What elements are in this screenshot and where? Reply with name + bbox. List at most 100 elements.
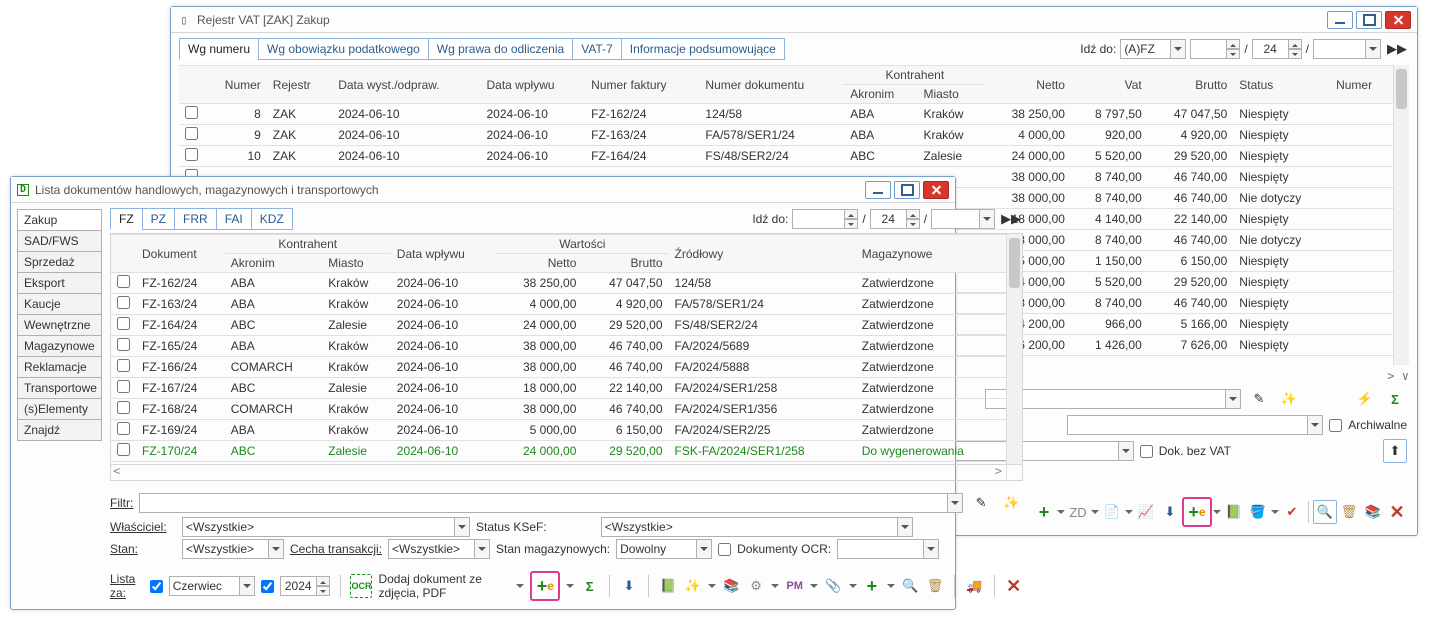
goto-type-select[interactable] (1120, 39, 1186, 59)
plus-e-icon[interactable]: +e (1185, 500, 1209, 524)
stanmag-select[interactable] (616, 539, 712, 559)
tab-wg-obowi-zku-podatkowego[interactable]: Wg obowiązku podatkowego (258, 38, 429, 60)
goto-page-input[interactable] (870, 209, 920, 229)
clip-icon[interactable]: 📎 (824, 574, 843, 598)
row-checkbox[interactable] (117, 275, 130, 288)
books-icon[interactable]: 📚 (1361, 500, 1385, 524)
ocr-icon[interactable]: OCR (350, 574, 372, 598)
ocr-select[interactable] (837, 539, 939, 559)
tab-fz[interactable]: FZ (110, 208, 143, 230)
row-checkbox[interactable] (185, 106, 198, 119)
bucket-icon[interactable]: 🪣 (1246, 500, 1270, 524)
minimize-button[interactable] (1327, 11, 1353, 29)
pen-icon[interactable]: ✎ (969, 491, 993, 515)
row-checkbox[interactable] (117, 401, 130, 414)
row-checkbox[interactable] (117, 338, 130, 351)
zd-icon[interactable]: ZD (1066, 500, 1090, 524)
bucket-drop[interactable] (1270, 500, 1280, 524)
row-checkbox[interactable] (117, 317, 130, 330)
minimize-button[interactable] (865, 181, 891, 199)
wand-icon[interactable]: ✨ (1277, 387, 1301, 411)
row-checkbox[interactable] (117, 359, 130, 372)
ksef-select[interactable] (601, 517, 913, 537)
sigma-icon[interactable]: Σ (580, 574, 599, 598)
upload-icon[interactable]: ⬆ (1383, 439, 1407, 463)
tab-wg-prawa-do-odliczenia[interactable]: Wg prawa do odliczenia (428, 38, 573, 60)
maximize-button[interactable] (1356, 11, 1382, 29)
archive-checkbox[interactable] (1329, 419, 1342, 432)
ocr-checkbox[interactable] (718, 543, 731, 556)
ocrbtn-drop[interactable] (516, 574, 524, 598)
ocrbtn-label[interactable]: Dodaj dokument ze zdjęcia, PDF (378, 572, 510, 600)
bolt-icon[interactable]: ⚡ (1353, 387, 1377, 411)
table-row[interactable]: FZ-163/24ABAKraków2024-06-10 4 000,004 9… (111, 294, 1006, 315)
tab-vat-7[interactable]: VAT-7 (572, 38, 622, 60)
goto-page-input[interactable] (1252, 39, 1302, 59)
cecha-select[interactable] (388, 539, 490, 559)
plus-drop[interactable] (887, 574, 895, 598)
goto-extra-select[interactable] (1313, 39, 1381, 59)
table-row[interactable]: 8ZAK2024-06-102024-06-10 FZ-162/24124/58… (179, 104, 1393, 125)
owner-select[interactable] (182, 517, 470, 537)
pm-icon[interactable]: PM (785, 574, 804, 598)
check-icon[interactable]: ✔ (1280, 500, 1304, 524)
table-row[interactable]: FZ-168/24COMARCHKraków2024-06-10 38 000,… (111, 399, 1006, 420)
table-row[interactable]: FZ-167/24ABCZalesie2024-06-10 18 000,002… (111, 378, 1006, 399)
cancel-icon[interactable]: ✕ (1004, 574, 1023, 598)
sidetab-reklamacje[interactable]: Reklamacje (17, 356, 102, 378)
down-icon[interactable]: ⬇ (620, 574, 639, 598)
row-checkbox[interactable] (117, 443, 130, 456)
table-row[interactable]: FZ-169/24ABAKraków2024-06-10 5 000,006 1… (111, 420, 1006, 441)
gears-icon[interactable]: ⚙ (747, 574, 766, 598)
zd-drop[interactable] (1090, 500, 1100, 524)
table-row[interactable]: FZ-170/24ABCZalesie2024-06-10 24 000,002… (111, 441, 1006, 462)
sidetab-kaucje[interactable]: Kaucje (17, 293, 102, 315)
vertical-scrollbar[interactable] (1006, 234, 1022, 464)
year-input[interactable] (280, 576, 330, 596)
filter-combo-2[interactable] (1067, 415, 1323, 435)
sidetab-wewn-trzne[interactable]: Wewnętrzne (17, 314, 102, 336)
plus-e-drop[interactable] (1212, 500, 1222, 524)
pen-icon[interactable]: ✎ (1247, 387, 1271, 411)
sigma-icon[interactable]: Σ (1383, 387, 1407, 411)
tab-informacje-podsumowuj-ce[interactable]: Informacje podsumowujące (621, 38, 785, 60)
table-row[interactable]: FZ-162/24ABAKraków2024-06-10 38 250,0047… (111, 273, 1006, 294)
table-row[interactable]: FZ-164/24ABCZalesie2024-06-10 24 000,002… (111, 315, 1006, 336)
wand-icon[interactable]: ✨ (999, 491, 1023, 515)
book-icon[interactable]: 📗 (1222, 500, 1246, 524)
chart-icon[interactable]: 📈 (1134, 500, 1158, 524)
tab-kdz[interactable]: KDZ (251, 208, 293, 230)
plus-e-drop[interactable] (566, 574, 574, 598)
sidetab-znajd-[interactable]: Znajdź (17, 419, 102, 441)
table-row[interactable]: FZ-166/24COMARCHKraków2024-06-10 38 000,… (111, 357, 1006, 378)
tab-frr[interactable]: FRR (174, 208, 217, 230)
trash-icon[interactable]: 🗑 (926, 574, 945, 598)
sidetab-magazynowe[interactable]: Magazynowe (17, 335, 102, 357)
plus-icon[interactable]: + (863, 574, 882, 598)
down-icon[interactable]: ⬇ (1158, 500, 1182, 524)
wand2-icon[interactable]: ✨ (684, 574, 703, 598)
goto-run-icon[interactable]: ▶▶ (999, 207, 1023, 231)
search-icon[interactable]: 🔍 (901, 574, 920, 598)
search-icon[interactable]: 🔍 (1313, 500, 1337, 524)
row-checkbox[interactable] (185, 127, 198, 140)
plus-drop[interactable] (1056, 500, 1066, 524)
books-icon[interactable]: 📚 (722, 574, 741, 598)
table-row[interactable]: FZ-165/24ABAKraków2024-06-10 38 000,0046… (111, 336, 1006, 357)
sidetab-sprzeda-[interactable]: Sprzedaż (17, 251, 102, 273)
tab-fai[interactable]: FAI (216, 208, 252, 230)
gears-drop[interactable] (771, 574, 779, 598)
book-icon[interactable]: 📗 (659, 574, 678, 598)
vatdoc-drop[interactable] (1124, 500, 1134, 524)
sidetab--s-elementy[interactable]: (s)Elementy (17, 398, 102, 420)
plus-e-icon[interactable]: +e (533, 574, 557, 598)
sidetab-transportowe[interactable]: Transportowe (17, 377, 102, 399)
row-checkbox[interactable] (117, 296, 130, 309)
row-checkbox[interactable] (117, 422, 130, 435)
maximize-button[interactable] (894, 181, 920, 199)
tab-pz[interactable]: PZ (142, 208, 175, 230)
goto-number-input[interactable] (1190, 39, 1240, 59)
year-checkbox[interactable] (261, 580, 274, 593)
tab-wg-numeru[interactable]: Wg numeru (179, 38, 259, 60)
vertical-scrollbar[interactable] (1393, 65, 1409, 365)
